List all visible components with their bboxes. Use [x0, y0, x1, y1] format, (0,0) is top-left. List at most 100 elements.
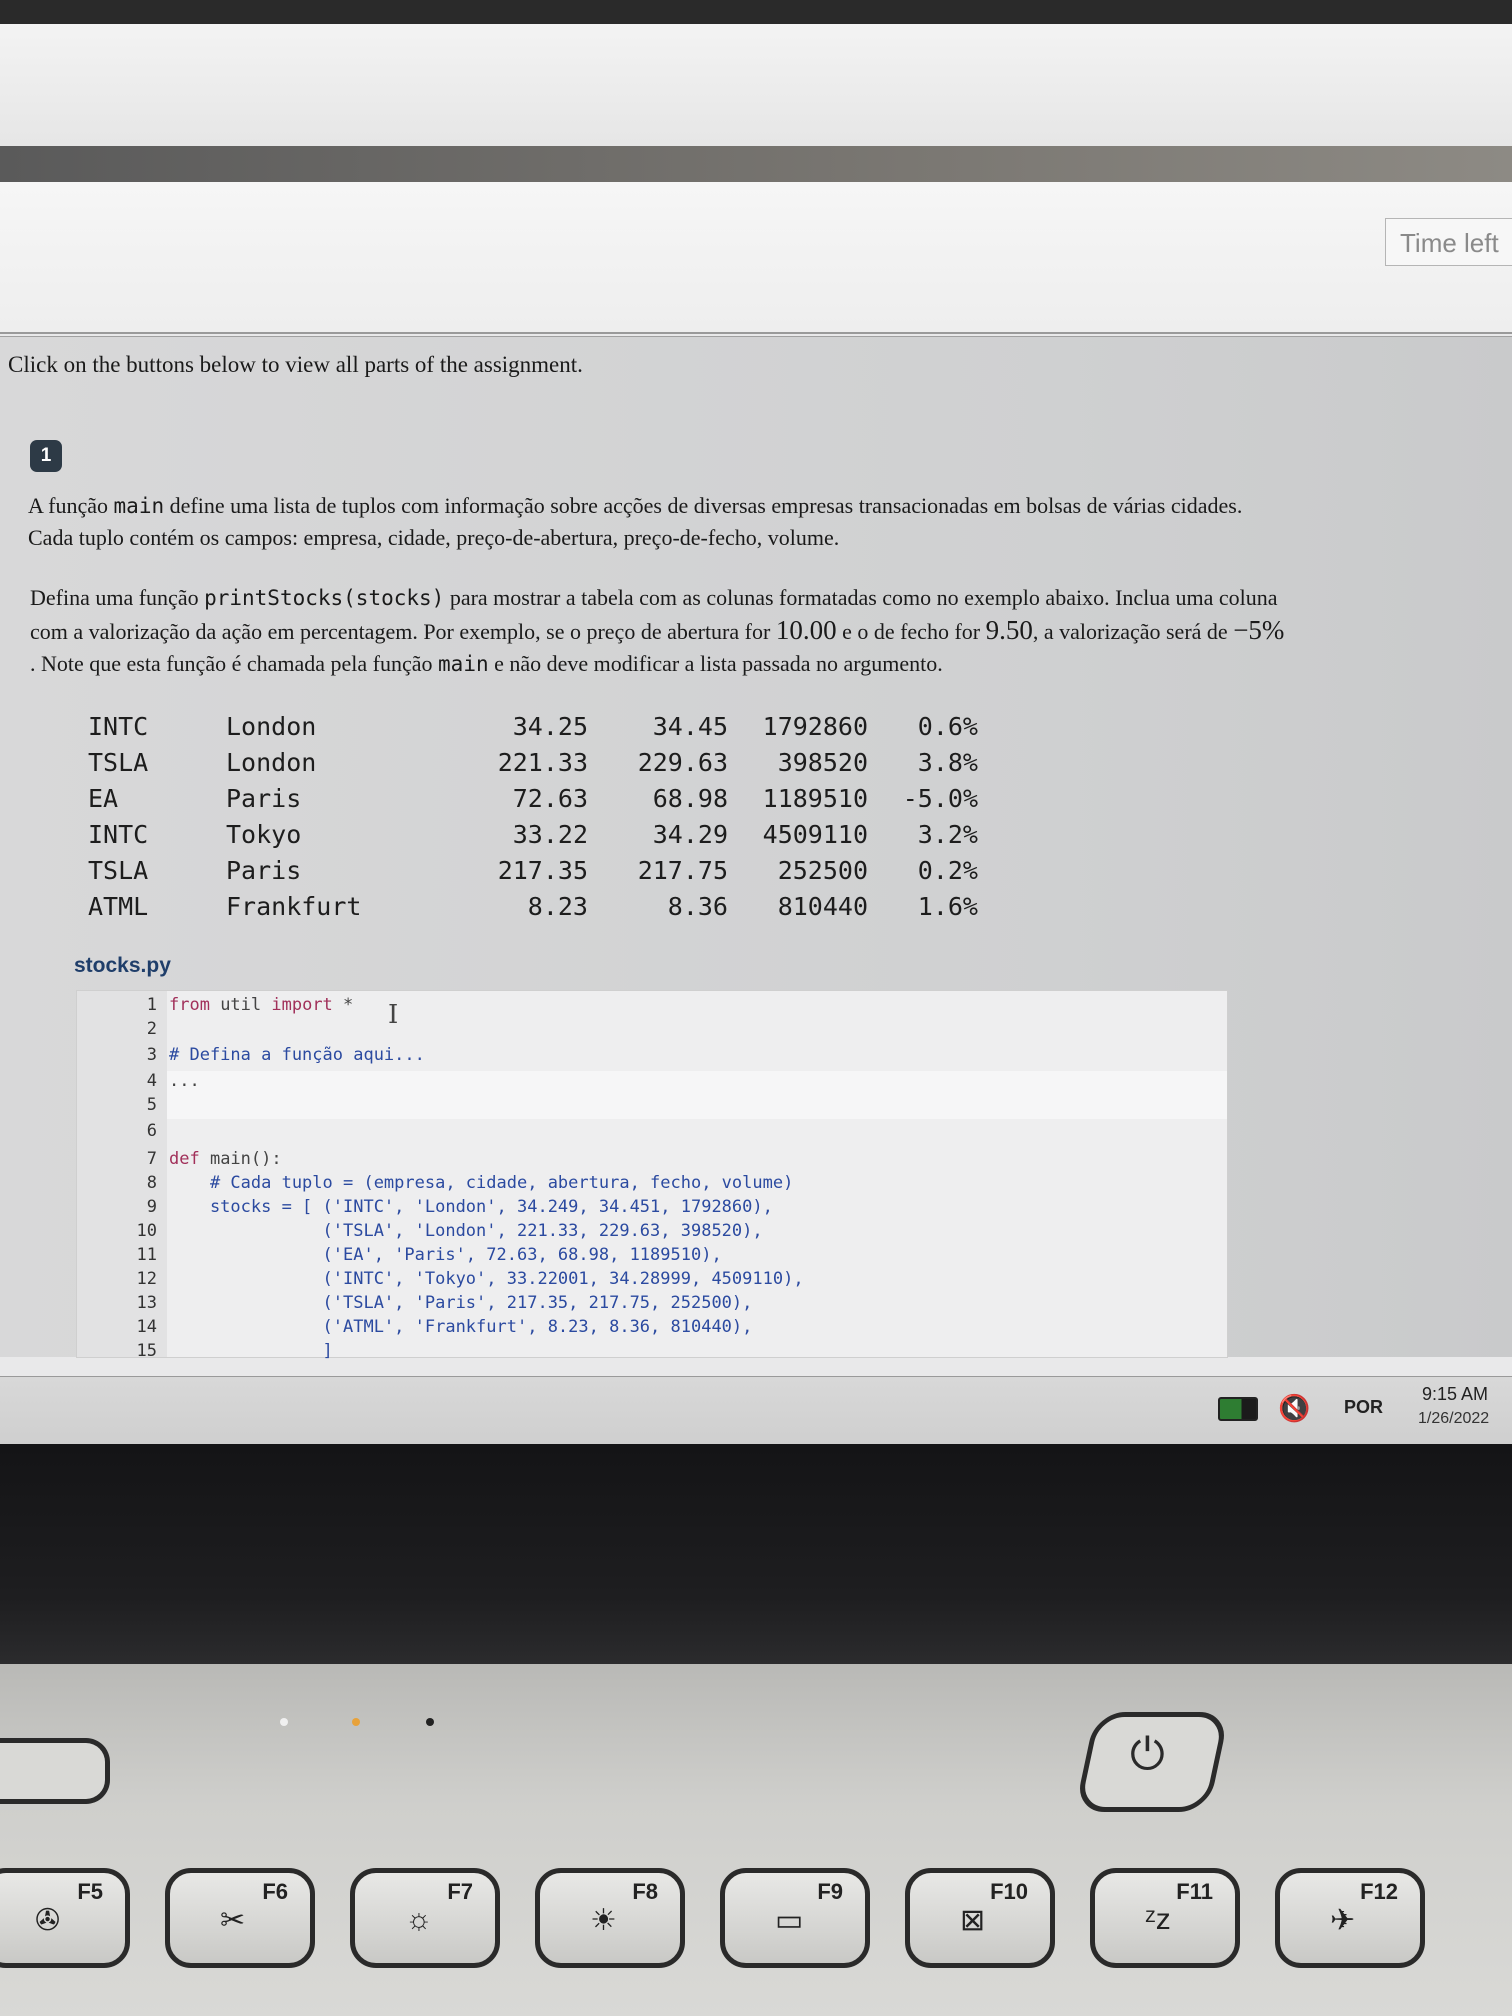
table-cell: TSLA — [88, 748, 149, 777]
code-line-9[interactable]: stocks = [ ('INTC', 'London', 34.249, 34… — [169, 1197, 773, 1217]
key-f7[interactable]: F7 ☼ — [350, 1868, 500, 1968]
table-cell: 34.45 — [652, 712, 728, 741]
key-label: F5 — [77, 1879, 103, 1904]
table-row: TSLA London 221.33 229.63 398520 3.8% — [88, 748, 1088, 784]
rog-logo — [0, 1738, 110, 1804]
key-f10[interactable]: F10 ⊠ — [905, 1868, 1055, 1968]
key-f12[interactable]: F12 ✈ — [1275, 1868, 1425, 1968]
code-line-12[interactable]: ('INTC', 'Tokyo', 33.22001, 34.28999, 45… — [169, 1269, 804, 1289]
code-line-15[interactable]: ] — [169, 1341, 333, 1361]
time-left-button[interactable]: Time left — [1385, 218, 1512, 266]
key-f6[interactable]: F6 ✂ — [165, 1868, 315, 1968]
table-cell: 221.33 — [497, 748, 588, 777]
code-text: util — [209, 995, 272, 1015]
key-label: F10 — [990, 1879, 1028, 1904]
text: Defina uma função — [30, 585, 205, 610]
table-row: EA Paris 72.63 68.98 1189510 -5.0% — [88, 784, 1088, 820]
line-number: 11 — [136, 1245, 157, 1265]
example-output-table: INTC London 34.25 34.45 1792860 0.6% TSLA Londo… — [88, 712, 1088, 928]
code-line-13[interactable]: ('TSLA', 'Paris', 217.35, 217.75, 252500… — [169, 1293, 753, 1313]
clock-date[interactable]: 1/26/2022 — [1418, 1410, 1489, 1428]
line-number: 10 — [136, 1221, 157, 1241]
table-cell: 3.8% — [917, 748, 978, 777]
code-main: main — [438, 652, 489, 676]
fan-icon: ✇ — [35, 1904, 61, 1937]
input-language[interactable]: POR — [1344, 1397, 1383, 1418]
key-f11[interactable]: F11 ᶻz — [1090, 1868, 1240, 1968]
table-cell: 68.98 — [652, 784, 728, 813]
page-toolbar — [0, 182, 1512, 334]
description-paragraph-1: A função main define uma lista de tuplos… — [28, 490, 1508, 554]
table-cell: TSLA — [88, 856, 149, 885]
line-number: 8 — [146, 1173, 157, 1193]
table-cell: 252500 — [777, 856, 868, 885]
text-cursor-icon: I — [388, 1000, 399, 1030]
key-f9[interactable]: F9 ▭ — [720, 1868, 870, 1968]
key-label: F12 — [1360, 1879, 1398, 1904]
line-number: 14 — [136, 1317, 157, 1337]
browser-area-top — [0, 24, 1512, 146]
table-cell: -5.0% — [902, 784, 978, 813]
text: com a valorização da ação em percentagem… — [30, 619, 776, 644]
table-row: INTC London 34.25 34.45 1792860 0.6% — [88, 712, 1088, 748]
airplane-icon: ✈ — [1330, 1904, 1356, 1937]
table-cell: 0.2% — [917, 856, 978, 885]
volume-muted-icon[interactable]: 🔇 — [1278, 1393, 1310, 1424]
table-cell: 217.75 — [637, 856, 728, 885]
math-value: 10.00 — [775, 615, 837, 645]
line-number: 9 — [146, 1197, 157, 1217]
table-cell: Frankfurt — [226, 892, 362, 921]
brightness-up-icon: ☀ — [590, 1904, 617, 1937]
assignment-intro: Click on the buttons below to view all p… — [8, 352, 583, 377]
code-text: * — [332, 995, 354, 1015]
code-line-3[interactable]: # Defina a função aqui... — [169, 1045, 425, 1065]
description-paragraph-2: Defina uma função printStocks(stocks) pa… — [30, 582, 1510, 680]
line-number: 7 — [146, 1149, 157, 1169]
line-number: 15 — [136, 1341, 157, 1361]
keyword: import — [271, 995, 333, 1015]
code-main: main — [113, 494, 165, 518]
status-led — [352, 1718, 360, 1726]
code-line-11[interactable]: ('EA', 'Paris', 72.63, 68.98, 1189510), — [169, 1245, 722, 1265]
code-text: main(): — [199, 1149, 282, 1169]
snip-icon: ✂ — [220, 1904, 246, 1937]
key-label: F9 — [817, 1879, 843, 1904]
page-header-bar — [0, 146, 1512, 182]
table-cell: 1189510 — [762, 784, 868, 813]
active-line-highlight — [167, 1071, 1227, 1119]
code-line-4[interactable]: ... — [169, 1071, 200, 1091]
text: Cada tuplo contém os campos: empresa, ci… — [28, 525, 840, 550]
code-line-14[interactable]: ('ATML', 'Frankfurt', 8.23, 8.36, 810440… — [169, 1317, 753, 1337]
math-value: −5% — [1233, 615, 1285, 645]
line-number: 5 — [146, 1095, 157, 1115]
line-number: 4 — [146, 1071, 157, 1091]
table-row: ATML Frankfurt 8.23 8.36 810440 1.6% — [88, 892, 1088, 928]
part-1-button[interactable]: 1 — [30, 440, 62, 472]
code-line-10[interactable]: ('TSLA', 'London', 221.33, 229.63, 39852… — [169, 1221, 763, 1241]
code-editor[interactable]: 1 2 3 4 5 6 7 8 9 10 11 12 13 14 15 from util import *… — [76, 990, 1228, 1361]
status-led — [426, 1718, 434, 1726]
key-f8[interactable]: F8 ☀ — [535, 1868, 685, 1968]
table-row: INTC Tokyo 33.22 34.29 4509110 3.2% — [88, 820, 1088, 856]
table-cell: 33.22 — [512, 820, 588, 849]
table-cell: Paris — [226, 856, 302, 885]
table-cell: 34.25 — [512, 712, 588, 741]
line-number: 1 — [146, 995, 157, 1015]
key-f5[interactable]: F5 ✇ — [0, 1868, 130, 1968]
battery-icon[interactable] — [1218, 1397, 1258, 1421]
display-switch-icon: ▭ — [775, 1904, 804, 1937]
clock-time[interactable]: 9:15 AM — [1422, 1384, 1488, 1405]
code-line-7[interactable]: def main(): — [169, 1149, 282, 1169]
line-number: 2 — [146, 1019, 157, 1039]
code-line-8[interactable]: # Cada tuplo = (empresa, cidade, abertur… — [169, 1173, 793, 1193]
line-number: 3 — [146, 1045, 157, 1065]
table-cell: 8.23 — [527, 892, 588, 921]
table-cell: 0.6% — [917, 712, 978, 741]
keyword: from — [169, 995, 210, 1015]
table-cell: 4509110 — [762, 820, 868, 849]
table-cell: 72.63 — [512, 784, 588, 813]
text: . Note que esta função é chamada pela fu… — [30, 651, 439, 676]
code-line-1[interactable]: from util import * — [169, 995, 353, 1015]
table-cell: 1.6% — [917, 892, 978, 921]
table-cell: ATML — [88, 892, 149, 921]
